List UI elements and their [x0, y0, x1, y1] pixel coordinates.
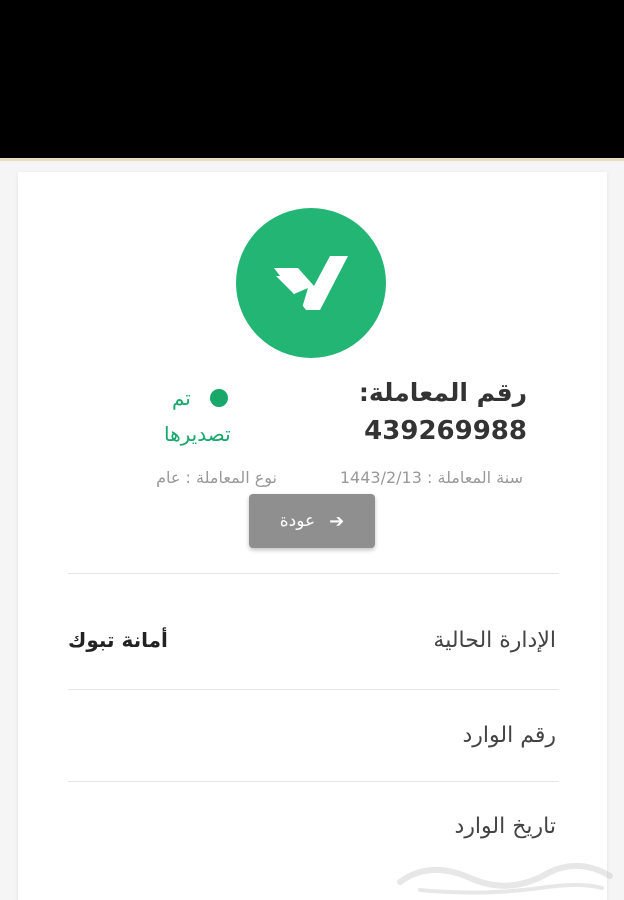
top-black-bar — [0, 0, 624, 158]
detail-value-current-department: أمانة تبوك — [68, 628, 168, 652]
status-subtext: تصديرها — [164, 422, 231, 446]
back-button[interactable]: ➔ عودة — [249, 494, 375, 548]
transaction-number: 439269988 — [364, 416, 527, 446]
arrow-right-icon: ➔ — [329, 510, 345, 532]
status-word: تم — [172, 386, 191, 410]
transaction-number-label: رقم المعاملة: — [358, 378, 527, 407]
status-dot-icon — [210, 389, 228, 407]
transaction-card: رقم المعاملة: 439269988 تم تصديرها سنة ا… — [18, 172, 607, 900]
status-indicator: تم — [164, 386, 264, 416]
success-check-icon — [236, 208, 386, 358]
transaction-year: سنة المعاملة : 1443/2/13 — [339, 468, 523, 487]
detail-label-current-department: الإدارة الحالية — [433, 628, 556, 653]
divider — [68, 573, 559, 574]
transaction-type: نوع المعاملة : عام — [156, 468, 277, 487]
detail-label-incoming-number: رقم الوارد — [462, 723, 557, 748]
haraj-watermark-logo — [397, 862, 613, 895]
detail-label-incoming-date: تاريخ الوارد — [454, 814, 556, 839]
divider — [68, 689, 559, 690]
back-button-label: عودة — [279, 511, 316, 531]
divider — [68, 781, 559, 782]
top-rule — [0, 158, 624, 161]
